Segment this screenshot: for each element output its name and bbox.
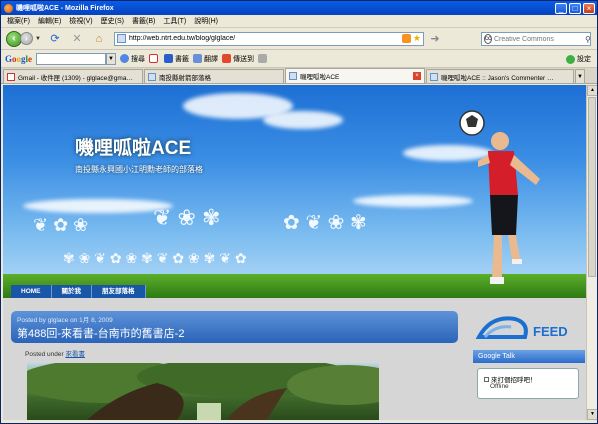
nav-home-link[interactable]: HOME (11, 285, 52, 298)
google-toolbar: Google ▼ 搜尋 書籤 翻譯 傳送到 設定 (1, 50, 597, 68)
menu-file[interactable]: 檔案(F) (7, 16, 30, 26)
menu-tools[interactable]: 工具(T) (163, 16, 186, 26)
feed-label[interactable]: FEED (533, 324, 568, 339)
url-bar[interactable]: ★ (113, 31, 424, 46)
page-tab-icon (148, 72, 156, 81)
vertical-scrollbar[interactable]: ▲ ▼ (586, 85, 597, 420)
go-icon[interactable]: ➜ (428, 32, 442, 46)
stop-icon[interactable]: ✕ (70, 32, 84, 46)
post-category-link[interactable]: 來看書 (65, 351, 85, 358)
google-logo: Google (5, 53, 33, 64)
close-tab-icon[interactable]: × (413, 72, 421, 80)
page-content: ❦ ✿ ❀ ❦ ❀ ✾ ✿ ❦ ❀ ✾ ✾ ❀ ❦ ✿ ❀ ✾ ❦ ✿ ❀ ✾ … (3, 85, 586, 420)
google-search-dropdown[interactable]: ▼ (106, 52, 117, 65)
blog-subtitle: 南投縣永興國小江明勳老師的部落格 (75, 165, 203, 174)
soccer-player-image (459, 110, 540, 284)
scroll-up-icon[interactable]: ▲ (587, 85, 597, 96)
forward-button[interactable]: › (20, 32, 33, 45)
close-button[interactable]: × (583, 2, 595, 14)
home-icon[interactable]: ⌂ (92, 32, 106, 46)
google-search-button[interactable]: 搜尋 (120, 54, 145, 64)
nav-friends-link[interactable]: 朋友部落格 (92, 285, 146, 298)
gmail-icon (149, 54, 159, 63)
menu-edit[interactable]: 編輯(E) (38, 16, 61, 26)
window-title: 嘰哩呱啦ACE - Mozilla Firefox (16, 5, 114, 12)
tab-bar: Gmail - 收件匣 (1309) - glglace@gma… 南投縣射箭部… (1, 68, 597, 84)
gmail-tab-icon (7, 72, 15, 81)
browser-window: 嘰哩呱啦ACE - Mozilla Firefox _ □ × 檔案(F) 編輯… (0, 0, 598, 424)
menu-help[interactable]: 說明(H) (194, 16, 218, 26)
bookmarks-button[interactable]: 書籤 (164, 54, 189, 64)
gtalk-widget[interactable]: 來打個招呼吧！ Offline (477, 368, 579, 399)
tab-archery-blog[interactable]: 南投縣射箭部落格 (144, 69, 284, 83)
pencil-icon (258, 54, 268, 63)
blog-nav: HOME 關於我 朋友部落格 (11, 285, 146, 298)
reload-icon[interactable]: ⟳ (48, 32, 62, 46)
post-photo (27, 363, 379, 420)
post-meta: Posted by glglace on 1月 8, 2009 (17, 317, 113, 324)
minimize-button[interactable]: _ (555, 2, 567, 14)
star-icon (164, 54, 174, 63)
menu-bookmarks[interactable]: 書籤(B) (132, 16, 155, 26)
translate-button[interactable]: 翻譯 (193, 54, 218, 64)
blog-banner: ❦ ✿ ❀ ❦ ❀ ✾ ✿ ❦ ❀ ✾ ✾ ❀ ❦ ✿ ❀ ✾ ❦ ✿ ❀ ✾ … (3, 85, 586, 298)
blog-title[interactable]: 嘰哩呱啦ACE (75, 133, 191, 160)
floral-decoration: ❦ ❀ ✾ (153, 205, 221, 230)
tree-photo-illustration (27, 363, 379, 420)
search-box[interactable]: cc ⚲ (481, 32, 591, 46)
page-tab-icon (430, 72, 438, 81)
post-category-line: Posted under 來看書 (25, 348, 85, 358)
creative-commons-icon[interactable]: cc (484, 34, 492, 44)
settings-icon (566, 54, 575, 64)
tab-jason-commenter[interactable]: 嘰哩呱啦ACE :: Jason's Commenter … (426, 69, 574, 83)
tab-gmail[interactable]: Gmail - 收件匣 (1309) - glglace@gma… (3, 69, 143, 83)
scroll-down-icon[interactable]: ▼ (587, 409, 597, 420)
floral-decoration: ✾ ❀ ❦ ✿ ❀ ✾ ❦ ✿ ❀ ✾ ❦ ✿ (63, 250, 247, 266)
rss-icon[interactable] (401, 34, 411, 43)
status-bar (1, 420, 597, 423)
menu-view[interactable]: 檢視(V) (69, 16, 92, 26)
posted-under-label: Posted under (25, 351, 64, 358)
feed-logo-icon[interactable] (475, 311, 585, 343)
url-input[interactable] (128, 35, 402, 42)
menu-history[interactable]: 歷史(S) (101, 16, 124, 26)
status-square-icon (484, 376, 489, 382)
tab-list-button[interactable]: ▼ (575, 69, 585, 83)
navigation-bar: ‹ › ▼ ⟳ ✕ ⌂ ★ ➜ cc ⚲ (1, 28, 597, 50)
sendto-button[interactable]: 傳送到 (222, 54, 254, 64)
floral-decoration: ❦ ✿ ❀ (33, 215, 89, 235)
menu-bar: 檔案(F) 編輯(E) 檢視(V) 歷史(S) 書籤(B) 工具(T) 說明(H… (1, 15, 597, 28)
tab-ace-blog[interactable]: 嘰哩呱啦ACE × (285, 68, 425, 83)
gtalk-header: Google Talk (473, 350, 585, 363)
google-search-input[interactable] (36, 52, 107, 65)
nav-about-link[interactable]: 關於我 (52, 285, 92, 298)
pencil-button[interactable] (258, 54, 269, 63)
bookmark-star-icon[interactable]: ★ (413, 33, 421, 44)
g-search-icon (120, 54, 130, 63)
page-tab-icon (289, 72, 297, 80)
search-input[interactable] (494, 35, 585, 43)
scroll-thumb[interactable] (588, 97, 596, 277)
gmail-button[interactable] (149, 54, 160, 63)
sendto-icon (222, 54, 232, 63)
floral-decoration: ✿ ❦ ❀ ✾ (283, 212, 367, 234)
gtalk-status: Offline (490, 383, 509, 390)
maximize-button[interactable]: □ (569, 2, 581, 14)
title-bar: 嘰哩呱啦ACE - Mozilla Firefox _ □ × (1, 1, 597, 15)
search-icon[interactable]: ⚲ (585, 35, 591, 44)
post-title[interactable]: 第488回-來看書-台南市的舊書店-2 (17, 325, 184, 341)
history-dropdown-icon[interactable]: ▼ (35, 36, 41, 42)
translate-icon (193, 54, 203, 63)
page-icon (116, 34, 126, 43)
google-settings-button[interactable]: 設定 (566, 54, 591, 64)
firefox-icon (4, 3, 13, 13)
